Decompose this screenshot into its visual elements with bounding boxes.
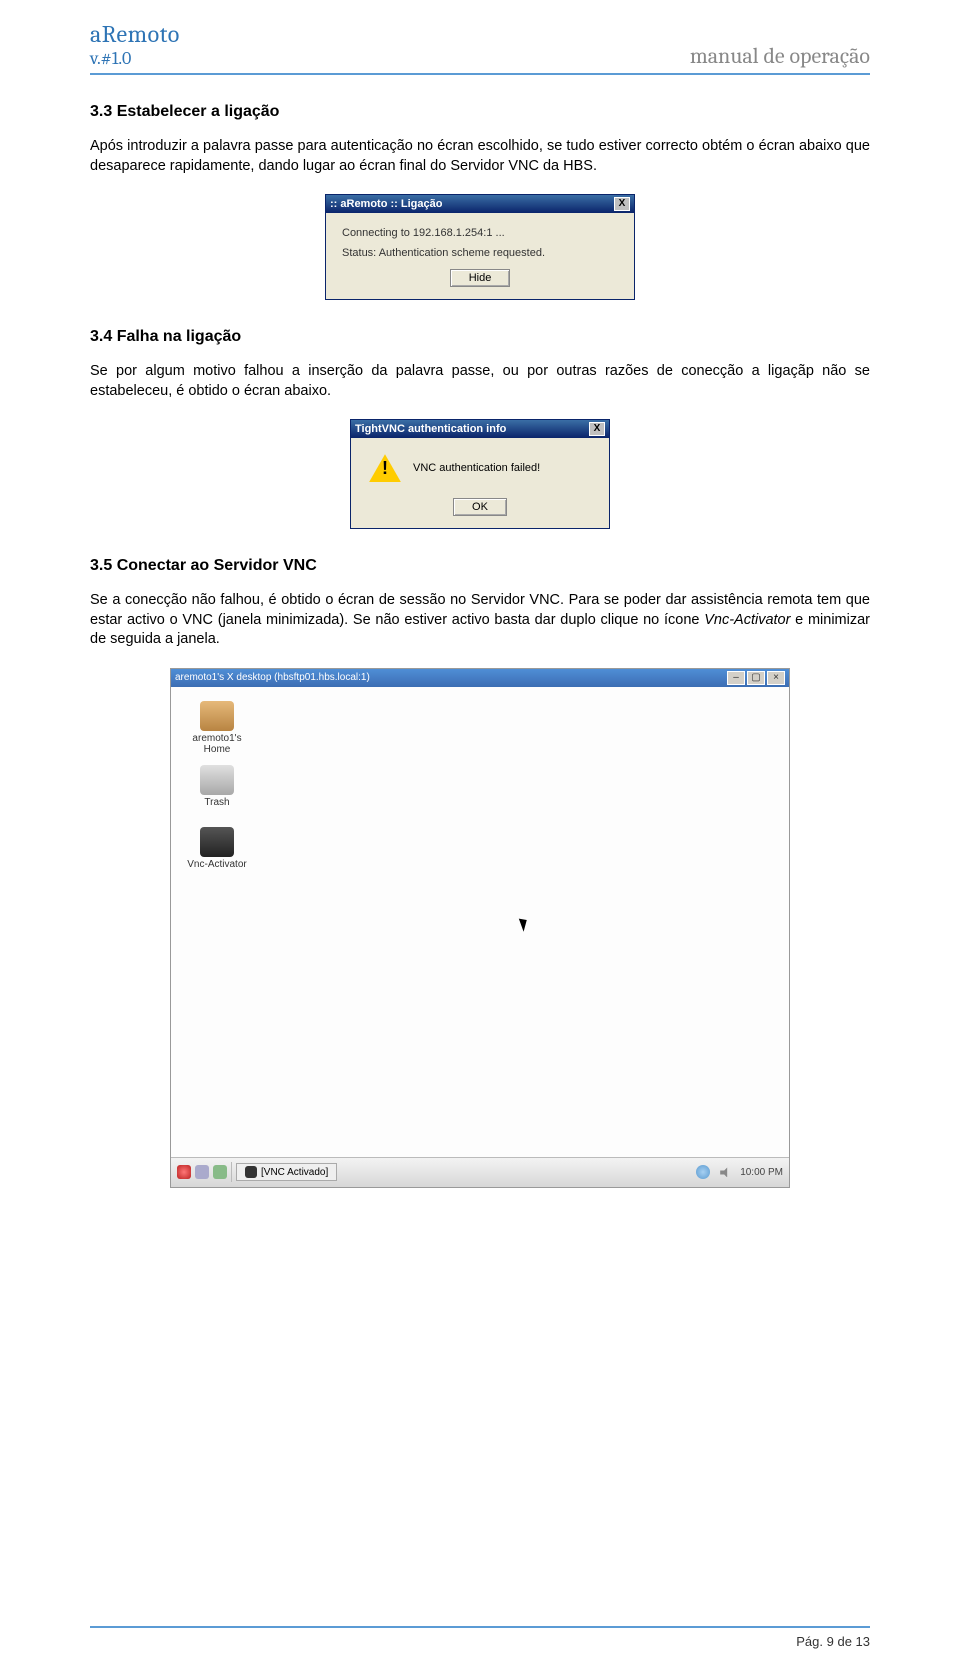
tray-clock: 10:00 PM [740, 1167, 783, 1178]
desktop-canvas: aremoto1's Home Trash Vnc-Activator [171, 687, 789, 1157]
close-icon[interactable]: X [614, 197, 630, 211]
cursor-icon [519, 916, 530, 932]
desktop-icon-vnc-activator[interactable]: Vnc-Activator [179, 827, 255, 870]
tray-network-icon[interactable] [696, 1165, 710, 1179]
brand-block: aRemoto v.#1.0 [90, 20, 180, 69]
dialog-button-row: Hide [342, 269, 618, 287]
desktop-icon-home-label: aremoto1's Home [179, 733, 255, 755]
folder-icon [200, 701, 234, 731]
dialog-line-connecting: Connecting to 192.168.1.254:1 ... [342, 227, 618, 239]
close-icon[interactable]: X [589, 422, 605, 436]
ok-button[interactable]: OK [453, 498, 507, 516]
taskbar-separator [231, 1162, 232, 1182]
hide-button[interactable]: Hide [450, 269, 511, 287]
desktop-icon-vnc-label: Vnc-Activator [179, 859, 255, 870]
vnc-window-title: aremoto1's X desktop (hbsftp01.hbs.local… [175, 672, 370, 683]
dialog-title: :: aRemoto :: Ligação [330, 198, 442, 210]
warning-icon: ! [369, 454, 401, 482]
warning-mark: ! [382, 458, 388, 479]
terminal-icon [245, 1166, 257, 1178]
desktop-icon-home[interactable]: aremoto1's Home [179, 701, 255, 755]
figure-connection-dialog: :: aRemoto :: Ligação X Connecting to 19… [90, 194, 870, 300]
page-number: Pág. 9 de 13 [90, 1634, 870, 1649]
desktop-icon-trash-label: Trash [179, 797, 255, 808]
section-3-4-para: Se por algum motivo falhou a inserção da… [90, 362, 870, 401]
vnc-window-titlebar: aremoto1's X desktop (hbsftp01.hbs.local… [171, 669, 789, 687]
section-3-5-para: Se a conecção não falhou, é obtido o écr… [90, 591, 870, 650]
taskbar-app-icon[interactable] [195, 1165, 209, 1179]
window-controls: – ▢ × [727, 671, 785, 685]
page-footer: Pág. 9 de 13 [90, 1626, 870, 1649]
auth-dialog-body: ! VNC authentication failed! [351, 438, 609, 488]
section-3-5-para-italic: Vnc-Activator [704, 612, 790, 628]
dialog-body: Connecting to 192.168.1.254:1 ... Status… [326, 213, 634, 299]
taskbar: [VNC Activado] 10:00 PM [171, 1157, 789, 1187]
figure-vnc-desktop: aremoto1's X desktop (hbsftp01.hbs.local… [90, 668, 870, 1188]
dialog-line-status: Status: Authentication scheme requested. [342, 247, 618, 259]
start-menu-icon[interactable] [177, 1165, 191, 1179]
vnc-desktop-window: aremoto1's X desktop (hbsftp01.hbs.local… [170, 668, 790, 1188]
auth-failed-dialog: TightVNC authentication info X ! VNC aut… [350, 419, 610, 529]
trash-icon [200, 765, 234, 795]
terminal-icon [200, 827, 234, 857]
brand-title: aRemoto [90, 20, 180, 48]
section-3-3-title: 3.3 Estabelecer a ligação [90, 103, 870, 121]
section-3-5-title: 3.5 Conectar ao Servidor VNC [90, 557, 870, 575]
taskbar-left: [VNC Activado] [177, 1162, 337, 1182]
tray-volume-icon[interactable] [720, 1167, 730, 1177]
auth-failed-message: VNC authentication failed! [413, 462, 540, 474]
brand-version: v.#1.0 [90, 48, 180, 69]
header-subtitle: manual de operação [690, 43, 870, 69]
close-icon[interactable]: × [767, 671, 785, 685]
page-header: aRemoto v.#1.0 manual de operação [90, 20, 870, 75]
dialog-titlebar: :: aRemoto :: Ligação X [326, 195, 634, 213]
auth-dialog-button-row: OK [351, 498, 609, 528]
taskbar-tray: 10:00 PM [696, 1165, 783, 1179]
auth-dialog-titlebar: TightVNC authentication info X [351, 420, 609, 438]
figure-auth-failed-dialog: TightVNC authentication info X ! VNC aut… [90, 419, 870, 529]
section-3-3-para: Após introduzir a palavra passe para aut… [90, 137, 870, 176]
taskbar-item-vnc-label: [VNC Activado] [261, 1167, 328, 1178]
minimize-icon[interactable]: – [727, 671, 745, 685]
desktop-icon-trash[interactable]: Trash [179, 765, 255, 808]
auth-dialog-title: TightVNC authentication info [355, 423, 506, 435]
taskbar-item-vnc[interactable]: [VNC Activado] [236, 1163, 337, 1181]
maximize-icon[interactable]: ▢ [747, 671, 765, 685]
connection-dialog: :: aRemoto :: Ligação X Connecting to 19… [325, 194, 635, 300]
section-3-4-title: 3.4 Falha na ligação [90, 328, 870, 346]
taskbar-app-icon[interactable] [213, 1165, 227, 1179]
